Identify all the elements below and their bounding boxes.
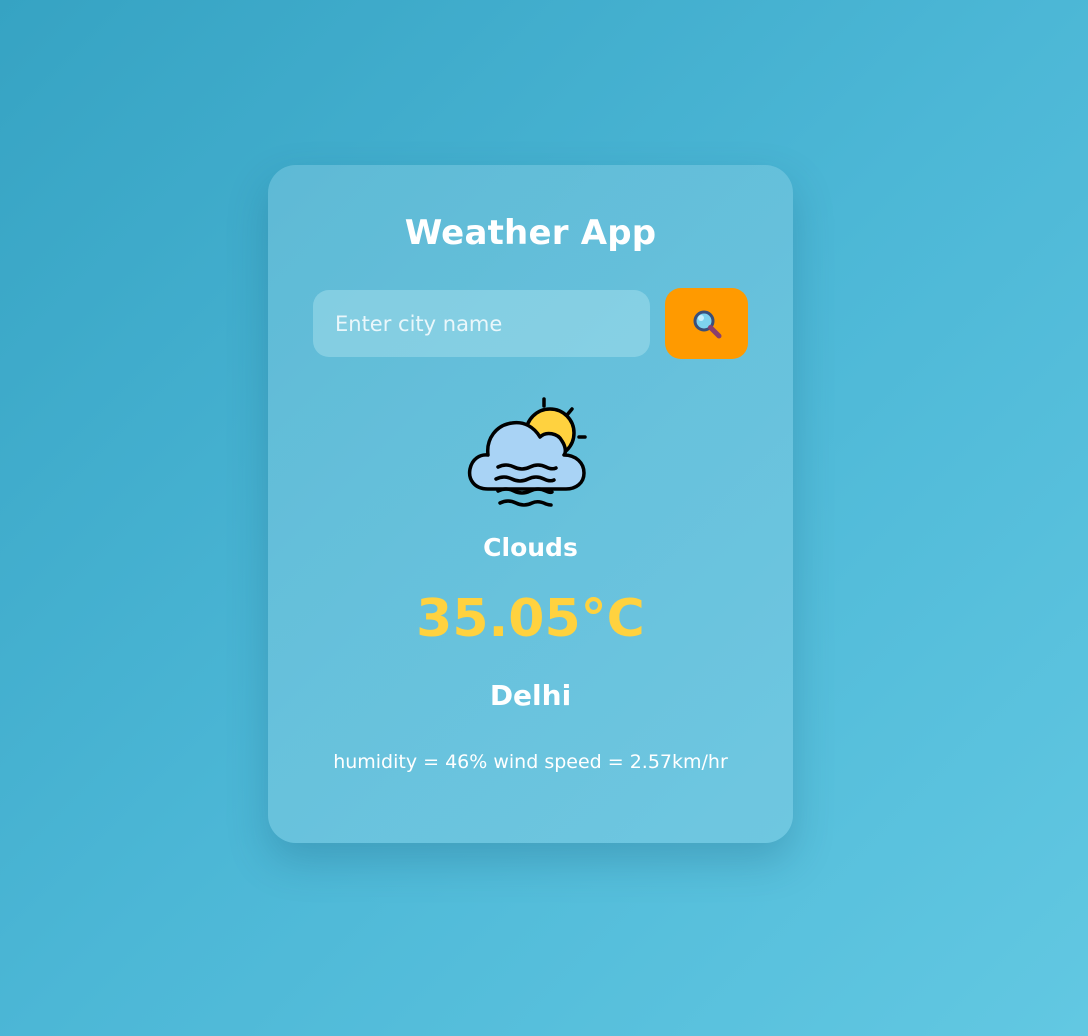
search-bar — [313, 288, 748, 360]
search-button[interactable] — [665, 288, 748, 359]
temperature-value: 35.05°C — [416, 589, 645, 649]
app-title: Weather App — [404, 213, 657, 253]
city-name: Delhi — [489, 679, 572, 712]
city-search-input[interactable] — [313, 290, 650, 357]
search-icon — [665, 309, 748, 339]
weather-details: humidity = 46% wind speed = 2.57km/hr — [333, 751, 728, 773]
weather-card: Weather App Enter city name Clouds 35.05… — [268, 165, 793, 843]
cloud-sun-wind-icon — [466, 397, 592, 517]
weather-condition: Clouds — [483, 533, 578, 562]
